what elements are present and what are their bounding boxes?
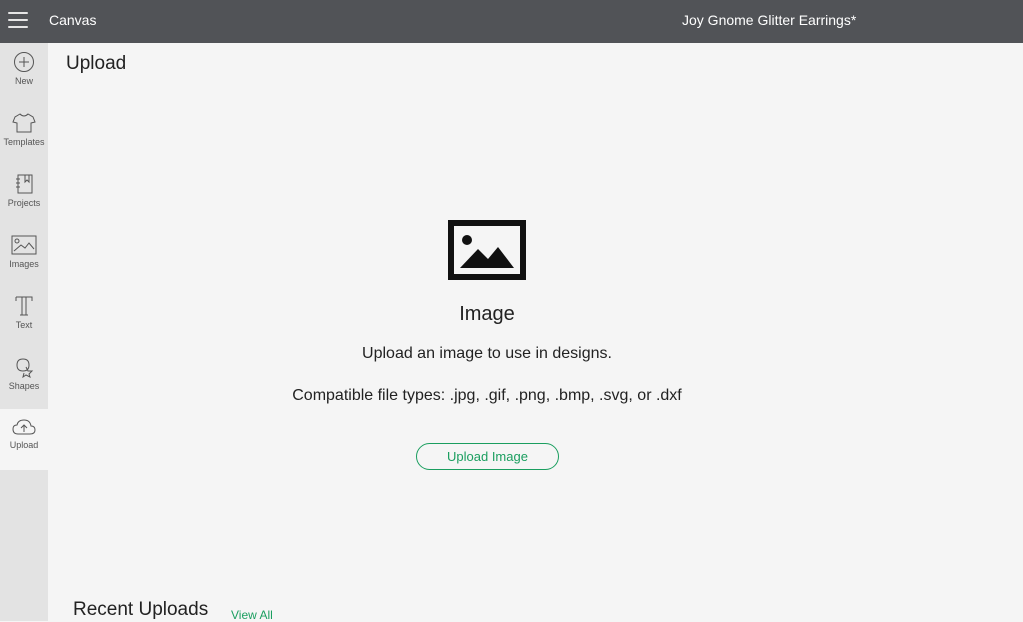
tshirt-icon — [12, 113, 36, 133]
sidebar-item-shapes[interactable]: Shapes — [0, 348, 48, 409]
app-title: Canvas — [49, 12, 97, 28]
sidebar-item-text[interactable]: Text — [0, 287, 48, 348]
sidebar-item-new[interactable]: New — [0, 43, 48, 104]
project-name[interactable]: Joy Gnome Glitter Earrings* — [682, 12, 856, 28]
sidebar-item-label: Images — [9, 259, 39, 269]
top-bar: Canvas Joy Gnome Glitter Earrings* — [0, 0, 1023, 43]
sidebar-item-templates[interactable]: Templates — [0, 104, 48, 165]
sidebar: New Templates Projects Images Text Shape… — [0, 43, 48, 621]
sidebar-item-label: Templates — [3, 137, 45, 147]
compatible-file-types: Compatible file types: .jpg, .gif, .png,… — [292, 387, 682, 404]
text-t-icon — [15, 296, 33, 316]
image-placeholder-icon — [448, 220, 526, 280]
sidebar-item-images[interactable]: Images — [0, 226, 48, 287]
image-icon — [11, 235, 37, 255]
notebook-icon — [16, 174, 33, 194]
sidebar-item-label: Text — [15, 320, 33, 330]
sidebar-item-label: Shapes — [8, 381, 40, 391]
sidebar-item-projects[interactable]: Projects — [0, 165, 48, 226]
hamburger-menu-icon[interactable] — [8, 12, 28, 30]
upload-description: Upload an image to use in designs. — [362, 345, 612, 362]
view-all-link[interactable]: View All — [231, 608, 273, 622]
sidebar-item-label: Upload — [9, 440, 39, 450]
recent-uploads-title: Recent Uploads — [73, 599, 209, 620]
sidebar-item-label: New — [14, 76, 33, 86]
plus-circle-icon — [14, 52, 34, 72]
sidebar-item-label: Projects — [7, 198, 41, 208]
sidebar-item-upload[interactable]: Upload — [0, 409, 48, 470]
cloud-upload-icon — [12, 419, 36, 435]
shapes-icon — [16, 358, 34, 378]
upload-image-button[interactable]: Upload Image — [416, 443, 559, 470]
page-title: Upload — [66, 53, 127, 74]
upload-heading: Image — [459, 303, 515, 325]
main-content: Upload Image Upload an image to use in d… — [48, 43, 1023, 622]
